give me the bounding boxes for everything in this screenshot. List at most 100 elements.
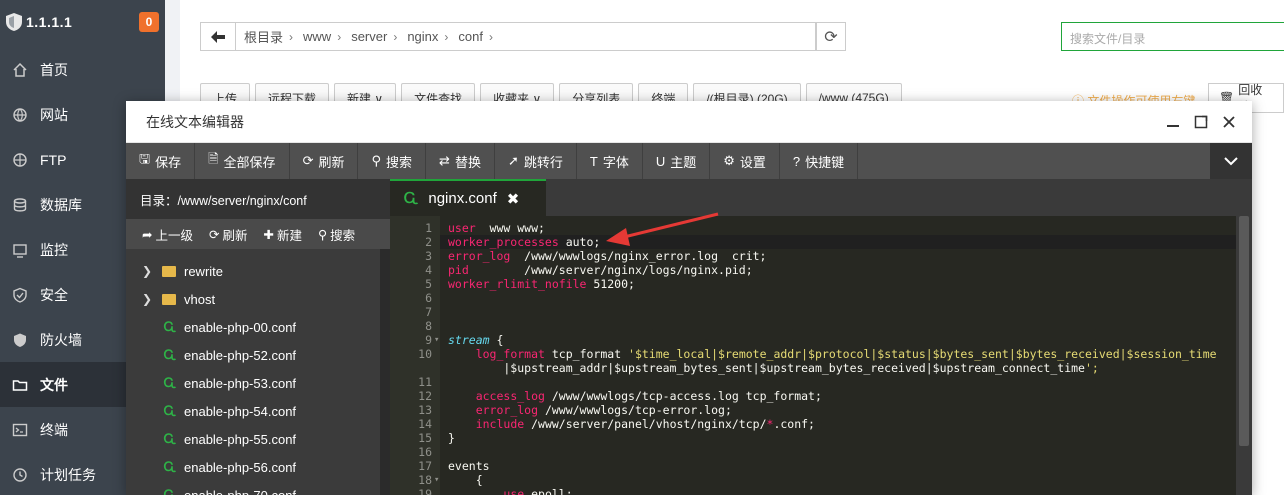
file-search-input[interactable]: 搜索文件/目录 xyxy=(1061,22,1284,51)
chevron-right-icon: ❯ xyxy=(142,292,153,306)
help-button[interactable]: ? 快捷键 xyxy=(780,143,859,179)
tab-nginx-conf[interactable]: Ꮹ nginx.conf ✖ xyxy=(390,179,546,216)
scrollbar-thumb[interactable] xyxy=(1239,216,1249,446)
code-text: stream { xyxy=(448,333,504,347)
code-text: pid /www/server/nginx/logs/nginx.pid; xyxy=(448,263,753,277)
sidebar-item-label: FTP xyxy=(40,151,67,168)
breadcrumb-item[interactable]: 根目录 xyxy=(244,27,283,46)
back-button[interactable] xyxy=(200,22,236,51)
file-type-icon: Ꮹ xyxy=(163,319,177,334)
breadcrumb-item[interactable]: conf xyxy=(458,29,483,44)
line-number: 12 xyxy=(418,389,432,403)
fold-toggle-icon[interactable]: ▾ xyxy=(434,473,439,487)
search-icon: ⚲ xyxy=(371,153,382,168)
chevron-right-icon: › xyxy=(393,29,398,44)
sidebar-item-home[interactable]: 首页 xyxy=(0,47,165,92)
breadcrumb[interactable]: 根目录 › www › server › nginx › conf › xyxy=(236,22,816,51)
code-text: include /www/server/panel/vhost/nginx/tc… xyxy=(475,417,815,431)
code-text: |$upstream_addr|$upstream_bytes_sent|$up… xyxy=(448,361,1099,375)
search-button[interactable]: ⚲ 搜索 xyxy=(358,143,427,179)
tree-file[interactable]: Ꮹenable-php-00.conf xyxy=(126,313,380,341)
code-text: worker_processes auto; xyxy=(448,235,601,249)
line-number: 3 xyxy=(425,249,432,263)
save-all-button[interactable]: 🗎 全部保存 xyxy=(195,143,290,179)
maximize-button[interactable] xyxy=(1192,113,1210,131)
code-line: 19 use epoll; xyxy=(390,487,1236,495)
tree-file[interactable]: Ꮹenable-php-52.conf xyxy=(126,341,380,369)
breadcrumb-item[interactable]: www xyxy=(303,29,331,44)
code-line: 6 xyxy=(390,291,1236,305)
notification-badge[interactable]: 0 xyxy=(139,12,159,32)
help-icon: ? xyxy=(792,153,801,169)
file-tree-scrollbar[interactable] xyxy=(380,249,390,495)
tree-file[interactable]: Ꮹenable-php-53.conf xyxy=(126,369,380,397)
close-button[interactable] xyxy=(1220,113,1238,131)
ftp-icon xyxy=(12,152,28,168)
parent-dir-button[interactable]: ➦ 上一级 xyxy=(142,225,193,244)
code-line: 17 events xyxy=(390,459,1236,473)
tree-file[interactable]: Ꮹenable-php-55.conf xyxy=(126,425,380,453)
sidebar-item-label: 安全 xyxy=(40,286,68,303)
file-tree-actions: ➦ 上一级 ⟳ 刷新 ✚ 新建 ⚲ 搜索 xyxy=(126,219,390,249)
code-text: user www www; xyxy=(448,221,545,235)
close-tab-icon[interactable]: ✖ xyxy=(507,190,520,208)
code-text: use epoll; xyxy=(503,487,573,495)
code-line: 1 user www www; xyxy=(390,221,1236,235)
home-icon xyxy=(12,62,28,78)
modal-title: 在线文本编辑器 xyxy=(146,113,244,130)
goto-line-icon: ➚ xyxy=(507,153,519,168)
file-type-icon: Ꮹ xyxy=(163,347,177,362)
fold-toggle-icon[interactable]: ▾ xyxy=(434,333,439,347)
refresh-button[interactable]: ⟳ xyxy=(816,22,846,51)
refresh-icon: ⟳ xyxy=(824,28,838,46)
line-number: 11 xyxy=(418,375,432,389)
code-scrollbar[interactable] xyxy=(1236,216,1252,495)
theme-button[interactable]: U 主题 xyxy=(643,143,711,179)
breadcrumb-item[interactable]: nginx xyxy=(407,29,438,44)
refresh-button[interactable]: ⟳ 刷新 xyxy=(290,143,359,179)
tree-new-button[interactable]: ✚ 新建 xyxy=(264,225,303,244)
tree-search-button[interactable]: ⚲ 搜索 xyxy=(318,225,355,244)
shield-logo-icon xyxy=(6,13,22,31)
tree-file[interactable]: Ꮹenable-php-54.conf xyxy=(126,397,380,425)
maximize-icon xyxy=(1194,115,1208,129)
tree-folder[interactable]: ❯ vhost xyxy=(126,285,380,313)
code-text: error_log /www/wwwlogs/nginx_error.log c… xyxy=(448,249,767,263)
sidebar-item-label: 监控 xyxy=(40,241,68,258)
font-icon: T xyxy=(589,153,598,169)
theme-icon: U xyxy=(655,153,666,169)
code-content[interactable]: 1 user www www; 2 worker_processes auto; 3 er… xyxy=(390,216,1236,495)
tree-refresh-button[interactable]: ⟳ 刷新 xyxy=(209,225,248,244)
minimize-button[interactable] xyxy=(1164,113,1182,131)
save-button[interactable]: 🖫 保存 xyxy=(126,143,196,179)
line-number: 15 xyxy=(418,431,432,445)
code-line: 11 xyxy=(390,375,1236,389)
tree-file[interactable]: Ꮹenable-php-70.conf xyxy=(126,481,380,495)
tree-folder[interactable]: ❯ rewrite xyxy=(126,257,380,285)
code-line: 3 error_log /www/wwwlogs/nginx_error.log … xyxy=(390,249,1236,263)
settings-button[interactable]: ⚙ 设置 xyxy=(710,143,780,179)
line-number: 17 xyxy=(418,459,432,473)
refresh-icon: ⟳ xyxy=(209,227,220,242)
arrow-left-icon xyxy=(211,30,225,43)
clock-icon xyxy=(12,467,28,483)
goto-line-button[interactable]: ➚ 跳转行 xyxy=(495,143,577,179)
tree-file[interactable]: Ꮹenable-php-56.conf xyxy=(126,453,380,481)
code-line: |$upstream_addr|$upstream_bytes_sent|$up… xyxy=(390,361,1236,375)
file-type-icon: Ꮹ xyxy=(404,190,419,207)
editor-toolbar: 🖫 保存 🗎 全部保存 ⟳ 刷新 ⚲ 搜索 ⇄ 替换 ➚ 跳转行 T 字体 U 主题 ⚙ 设置? 快捷键 xyxy=(126,143,1252,179)
font-button[interactable]: T 字体 xyxy=(577,143,643,179)
code-text: log_format tcp_format '$time_local|$remo… xyxy=(475,347,1217,361)
code-text: events xyxy=(448,459,490,473)
globe-icon xyxy=(12,107,28,123)
folder-icon xyxy=(162,293,176,305)
sidebar-item-label: 终端 xyxy=(40,421,68,438)
file-type-icon: Ꮹ xyxy=(163,487,177,495)
sidebar-item-label: 计划任务 xyxy=(40,466,96,483)
file-type-icon: Ꮹ xyxy=(163,375,177,390)
replace-button[interactable]: ⇄ 替换 xyxy=(426,143,495,179)
collapse-toolbar-button[interactable] xyxy=(1210,143,1252,179)
close-icon xyxy=(1223,116,1235,128)
breadcrumb-item[interactable]: server xyxy=(351,29,387,44)
file-tree-pane: 目录：/www/server/nginx/conf ➦ 上一级 ⟳ 刷新 ✚ 新建 ⚲… xyxy=(126,179,390,495)
